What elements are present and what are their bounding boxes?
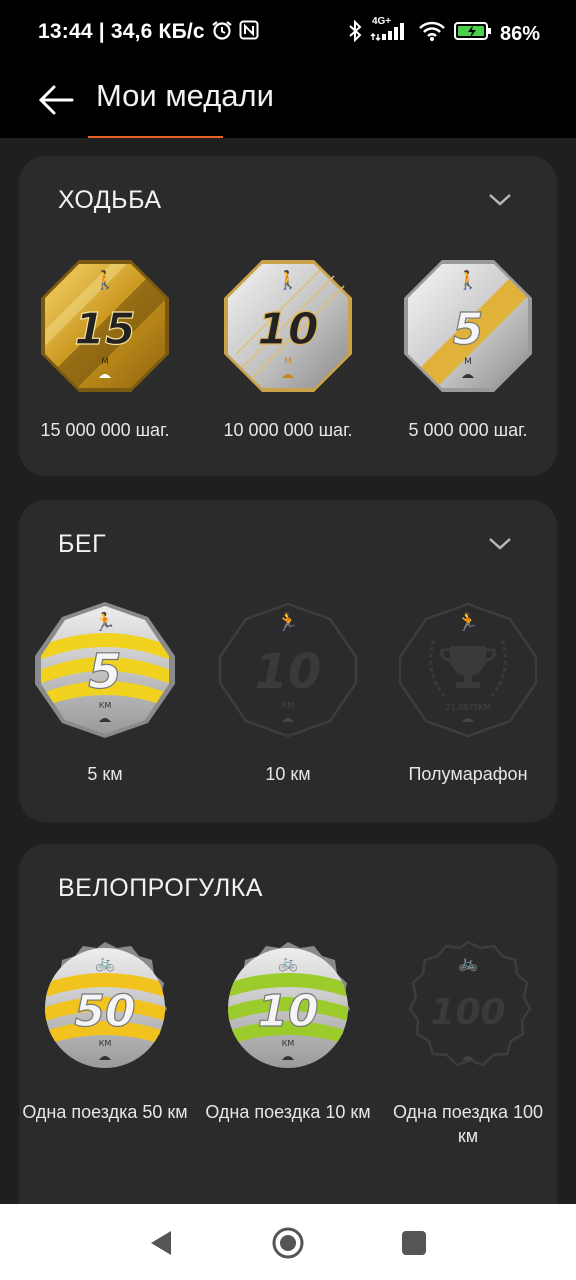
svg-text:50: 50: [74, 986, 135, 1037]
section-title: ХОДЬБА: [58, 186, 162, 214]
svg-text:КМ: КМ: [282, 701, 295, 710]
nav-recents-button[interactable]: [397, 1226, 431, 1260]
medal-cycling-10km[interactable]: 🚲 10 КМ Одна поездка 10 км: [203, 940, 373, 1124]
svg-text:10: 10: [255, 644, 322, 700]
section-title: ВЕЛОПРОГУЛКА: [58, 874, 263, 902]
status-time-speed: 13:44 | 34,6 КБ/с: [38, 20, 205, 43]
svg-text:КМ: КМ: [99, 701, 112, 710]
svg-text:5: 5: [88, 644, 121, 700]
svg-text:10: 10: [257, 304, 318, 355]
walking-medal-silver-icon: 🚶 5 M: [404, 260, 532, 392]
cycling-medal-yellow-icon: 🚲 50 КМ: [45, 942, 167, 1068]
medal-label: 5 000 000 шаг.: [408, 420, 528, 440]
battery-percent: 86%: [499, 22, 540, 45]
arrow-left-icon: [38, 85, 74, 115]
svg-text:🏃: 🏃: [457, 611, 479, 633]
section-cycling: ВЕЛОПРОГУЛКА 🚲 50 КМ Одна поездка 50 км …: [19, 844, 557, 1204]
svg-text:21.0975KM: 21.0975KM: [445, 703, 490, 712]
medal-cycling-50km[interactable]: 🚲 50 КМ Одна поездка 50 км: [20, 940, 190, 1124]
square-recents-icon: [402, 1231, 426, 1255]
page-title: Мои медали: [96, 78, 274, 113]
alarm-icon: [211, 20, 233, 44]
svg-text:🚲: 🚲: [278, 953, 298, 972]
network-type-label: 4G+: [371, 16, 392, 27]
back-button[interactable]: [36, 78, 80, 122]
walking-medal-gold-icon: 🚶 15 M: [41, 260, 169, 392]
svg-text:🚶: 🚶: [457, 269, 479, 291]
medal-label: 10 км: [265, 764, 311, 784]
medal-running-half-marathon[interactable]: 🏃 21.0975KM Полумарафон: [383, 600, 553, 786]
section-title: БЕГ: [58, 530, 107, 558]
medal-label: 10 000 000 шаг.: [223, 420, 353, 440]
battery-icon: [453, 21, 492, 47]
nfc-icon: [239, 20, 259, 44]
medal-running-5km[interactable]: 🏃 5 КМ 5 км: [20, 600, 190, 786]
chevron-down-icon[interactable]: [487, 190, 513, 208]
app-bar: Мои медали: [0, 64, 576, 138]
medal-walking-15m[interactable]: 🚶 15 M 15 000 000 шаг.: [20, 256, 190, 442]
medal-running-10km[interactable]: 🏃 10 КМ 10 км: [203, 600, 373, 786]
cycling-medal-locked-icon: 🚲 100: [408, 940, 532, 1067]
svg-text:🏃: 🏃: [277, 611, 299, 633]
trophy-medal-locked-icon: 🏃 21.0975KM: [398, 602, 538, 738]
medal-label: Одна поездка 100 км: [392, 1102, 544, 1146]
running-medal-locked-icon: 🏃 10 КМ: [218, 602, 358, 738]
medal-label: Одна поездка 50 км: [22, 1102, 188, 1122]
medal-label: 15 000 000 шаг.: [40, 420, 170, 440]
bluetooth-icon: [348, 19, 362, 48]
svg-text:🏃: 🏃: [94, 611, 116, 633]
nav-home-button[interactable]: [271, 1226, 305, 1260]
svg-text:🚶: 🚶: [94, 269, 116, 291]
svg-text:КМ: КМ: [99, 1039, 112, 1048]
medal-label: 5 км: [87, 764, 123, 784]
svg-text:M: M: [101, 357, 109, 367]
cycling-medal-green-icon: 🚲 10 КМ: [228, 942, 350, 1068]
medal-walking-10m[interactable]: 🚶 10 M 10 000 000 шаг.: [203, 256, 373, 442]
section-running: БЕГ 🏃 5 КМ 5 км 🏃 10 КМ 10 км 🏃 21.0975K…: [19, 500, 557, 822]
status-bar: 13:44 | 34,6 КБ/с 4G+ 86%: [0, 0, 576, 64]
section-walking: ХОДЬБА 🚶 15 M 15 000 000 шаг. 🚶 10 M 10 …: [19, 156, 557, 476]
svg-text:M: M: [284, 357, 292, 367]
wifi-icon: [418, 20, 446, 48]
walking-medal-silver-gold-icon: 🚶 10 M: [224, 260, 352, 392]
circle-home-icon: [272, 1227, 304, 1259]
medals-list[interactable]: ХОДЬБА 🚶 15 M 15 000 000 шаг. 🚶 10 M 10 …: [0, 138, 576, 1204]
medal-walking-5m[interactable]: 🚶 5 M 5 000 000 шаг.: [383, 256, 553, 442]
medal-label: Полумарафон: [408, 764, 528, 784]
svg-text:🚶: 🚶: [277, 269, 299, 291]
svg-text:🚲: 🚲: [95, 953, 115, 972]
chevron-down-icon[interactable]: [487, 534, 513, 552]
system-navigation-bar: [0, 1204, 576, 1280]
signal-icon: 4G+: [370, 16, 410, 48]
svg-text:5: 5: [453, 304, 484, 355]
svg-text:КМ: КМ: [282, 1039, 295, 1048]
svg-text:M: M: [464, 357, 472, 367]
svg-text:10: 10: [257, 986, 318, 1037]
svg-text:15: 15: [74, 304, 135, 355]
svg-text:100: 100: [430, 992, 505, 1033]
svg-text:🚲: 🚲: [458, 953, 478, 972]
running-medal-yellow-icon: 🏃 5 КМ: [35, 602, 175, 738]
medal-label: Одна поездка 10 км: [205, 1102, 371, 1122]
nav-back-button[interactable]: [145, 1226, 179, 1260]
medal-cycling-100km[interactable]: 🚲 100 Одна поездка 100 км: [383, 940, 553, 1148]
triangle-back-icon: [151, 1231, 171, 1255]
